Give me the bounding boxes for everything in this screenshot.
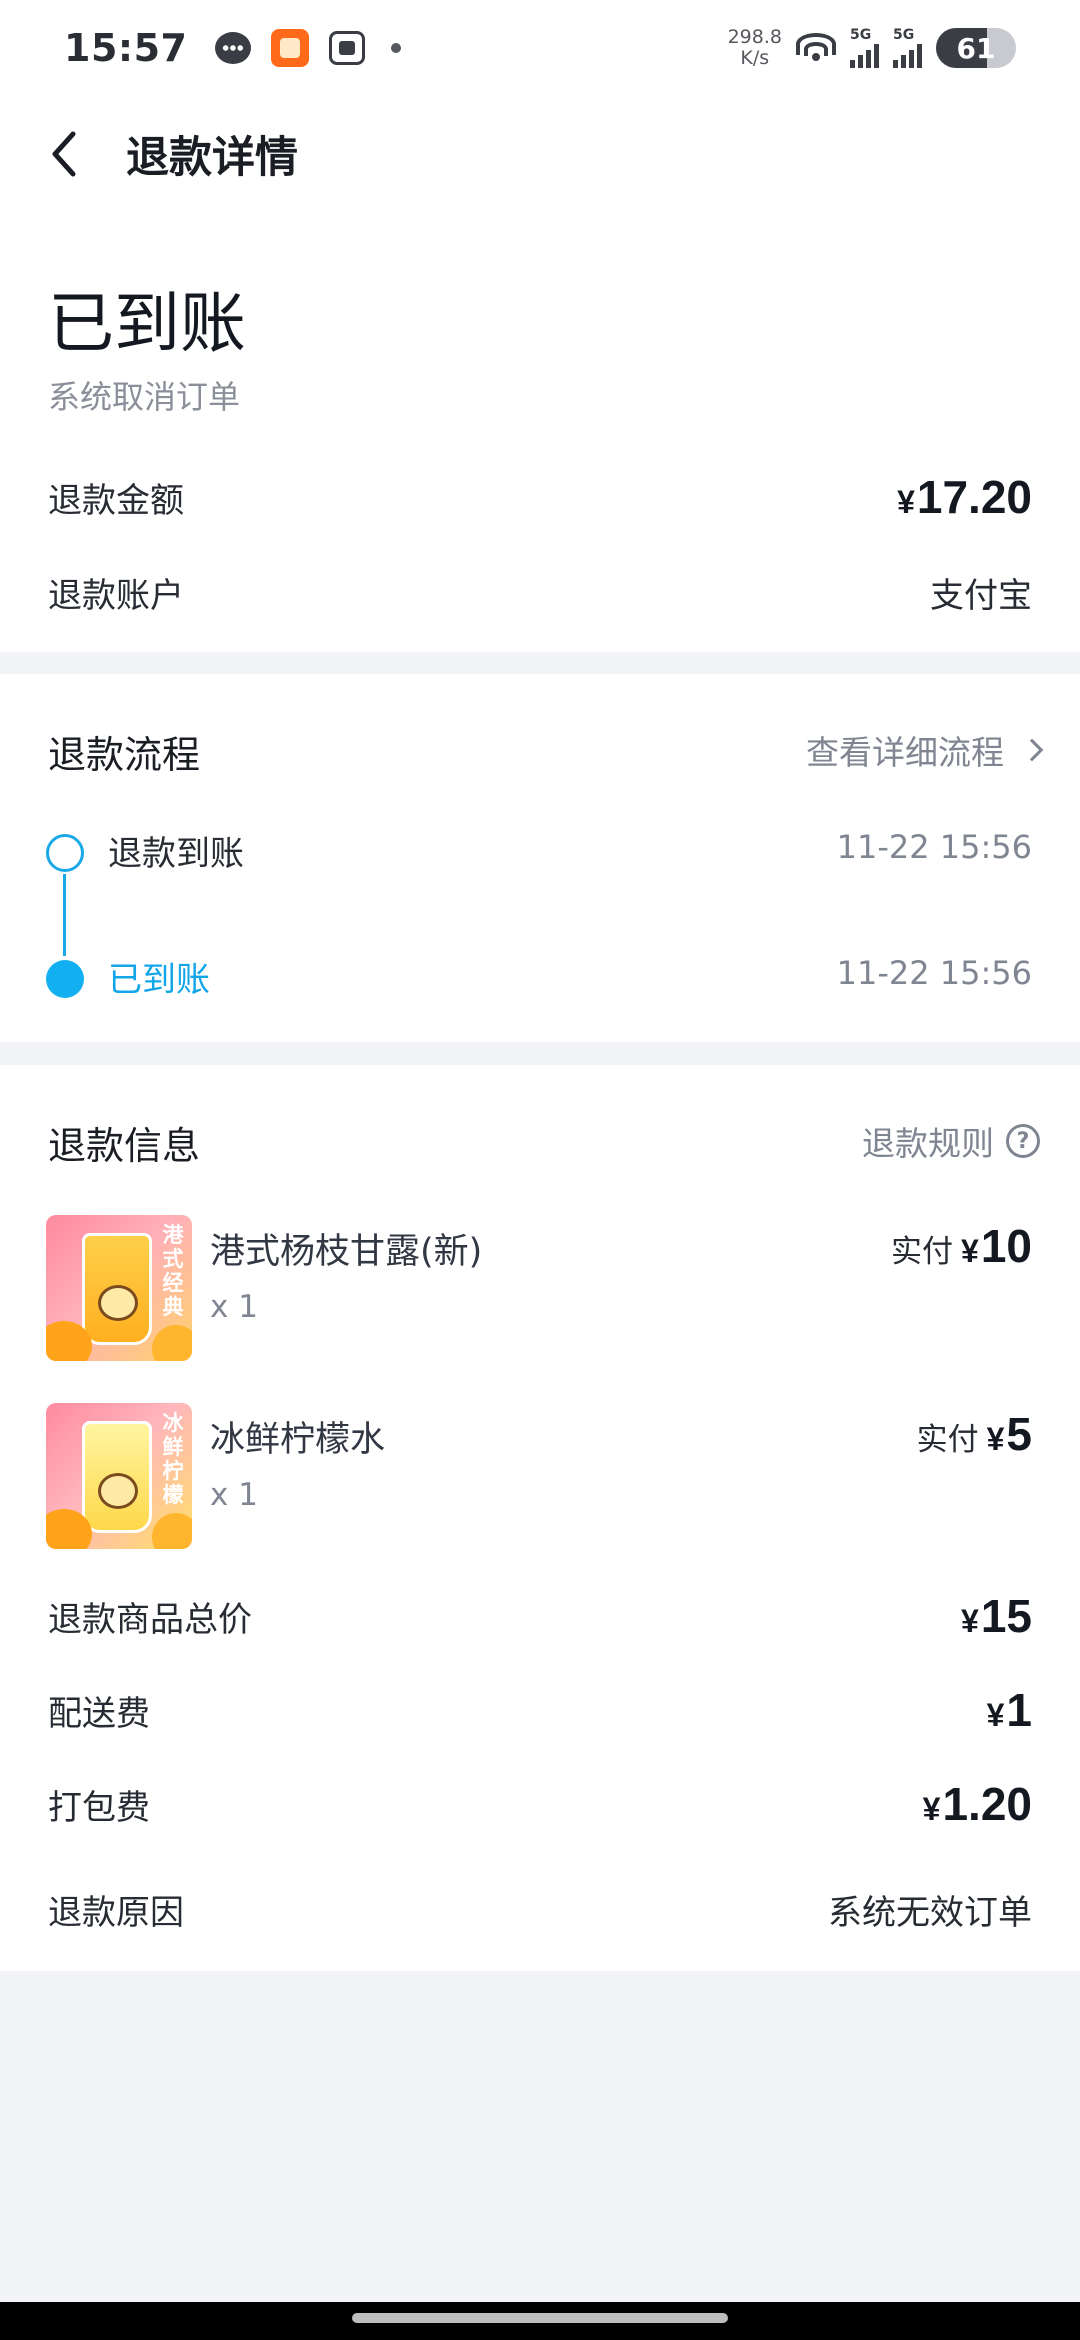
refund-info-card: 退款信息 退款规则 ? 港式经典 港式杨枝甘露(新) x 1 实付 ¥10 冰鲜…: [0, 1065, 1080, 1971]
view-detail-flow-link[interactable]: 查看详细流程: [806, 726, 1044, 774]
refund-reason-label: 退款原因: [48, 1893, 184, 1933]
list-item[interactable]: 冰鲜柠檬 冰鲜柠檬水 x 1 实付 ¥5: [46, 1403, 1032, 1549]
timeline-dot-current: [46, 960, 84, 998]
wifi-icon: [796, 33, 836, 63]
network-speed: 298.8 K/s: [727, 26, 782, 69]
product-qty: x 1: [210, 1477, 258, 1513]
list-item[interactable]: 港式经典 港式杨枝甘露(新) x 1 实付 ¥10: [46, 1215, 1032, 1361]
timeline-step-time: 11-22 15:56: [836, 954, 1032, 992]
dot-icon: [391, 43, 402, 53]
product-qty: x 1: [210, 1289, 258, 1325]
refund-reason-row: 退款原因 系统无效订单: [48, 1885, 1032, 1934]
refund-amount-value: ¥17.20: [897, 471, 1032, 523]
notification-icons: [215, 29, 402, 67]
refund-info-title: 退款信息: [48, 1124, 201, 1168]
chevron-left-icon[interactable]: [40, 130, 88, 178]
product-image: 冰鲜柠檬: [46, 1403, 192, 1549]
signal-icon: 5G: [893, 28, 922, 68]
page-title: 退款详情: [126, 133, 298, 183]
help-circle-icon: ?: [1006, 1124, 1040, 1158]
refund-flow-card: 退款流程 查看详细流程 退款到账 11-22 15:56 已到账 11-22 1…: [0, 674, 1080, 1042]
refund-amount-row: 退款金额 ¥17.20: [48, 470, 1032, 524]
goods-total-label: 退款商品总价: [48, 1599, 252, 1640]
refund-reason-value: 系统无效订单: [828, 1893, 1032, 1933]
goods-total-row: 退款商品总价 ¥15: [48, 1589, 1032, 1643]
status-time: 15:57: [64, 26, 188, 70]
refund-account-row: 退款账户 支付宝: [48, 568, 1032, 617]
battery-charging-icon: 61: [936, 28, 1016, 68]
refund-summary-card: 已到账 系统取消订单 退款金额 ¥17.20 退款账户 支付宝: [0, 212, 1080, 652]
timeline-dot-done: [46, 834, 84, 872]
signal-icon: 5G: [850, 28, 879, 68]
packing-fee-value: ¥1.20: [922, 1778, 1032, 1830]
delivery-fee-label: 配送费: [48, 1693, 150, 1734]
status-bar: 15:57 298.8 K/s 5G 5G 61: [0, 0, 1080, 96]
timeline-step-label: 退款到账: [108, 834, 244, 874]
product-paid: 实付 ¥5: [916, 1408, 1032, 1460]
packing-fee-row: 打包费 ¥1.20: [48, 1777, 1032, 1831]
product-name: 冰鲜柠檬水: [210, 1420, 386, 1460]
goods-total-value: ¥15: [961, 1590, 1032, 1642]
app-notification-icon: [271, 29, 310, 67]
refund-amount-label: 退款金额: [48, 480, 184, 521]
system-icons: 298.8 K/s 5G 5G 61: [728, 27, 1016, 69]
timeline-step-time: 11-22 15:56: [836, 828, 1032, 866]
refund-account-label: 退款账户: [48, 576, 184, 616]
refund-status: 已到账: [48, 285, 246, 362]
delivery-fee-row: 配送费 ¥1: [48, 1683, 1032, 1737]
screenshot-icon: [329, 31, 366, 65]
refund-status-reason: 系统取消订单: [48, 378, 241, 416]
refund-account-value: 支付宝: [930, 576, 1032, 616]
header: 退款详情: [0, 96, 1080, 212]
product-paid: 实付 ¥10: [891, 1220, 1032, 1272]
refund-flow-title: 退款流程: [48, 733, 201, 777]
home-gesture-handle[interactable]: [352, 2313, 728, 2323]
system-nav-bar: [0, 2302, 1080, 2340]
packing-fee-label: 打包费: [48, 1787, 150, 1828]
chevron-right-icon: [1020, 738, 1044, 762]
chat-bubble-icon: [215, 32, 252, 64]
timeline-step-label: 已到账: [108, 960, 210, 1000]
refund-rules-link[interactable]: 退款规则 ?: [862, 1117, 1040, 1165]
product-image: 港式经典: [46, 1215, 192, 1361]
timeline-connector: [63, 874, 66, 956]
product-name: 港式杨枝甘露(新): [210, 1232, 483, 1272]
delivery-fee-value: ¥1: [986, 1684, 1032, 1736]
